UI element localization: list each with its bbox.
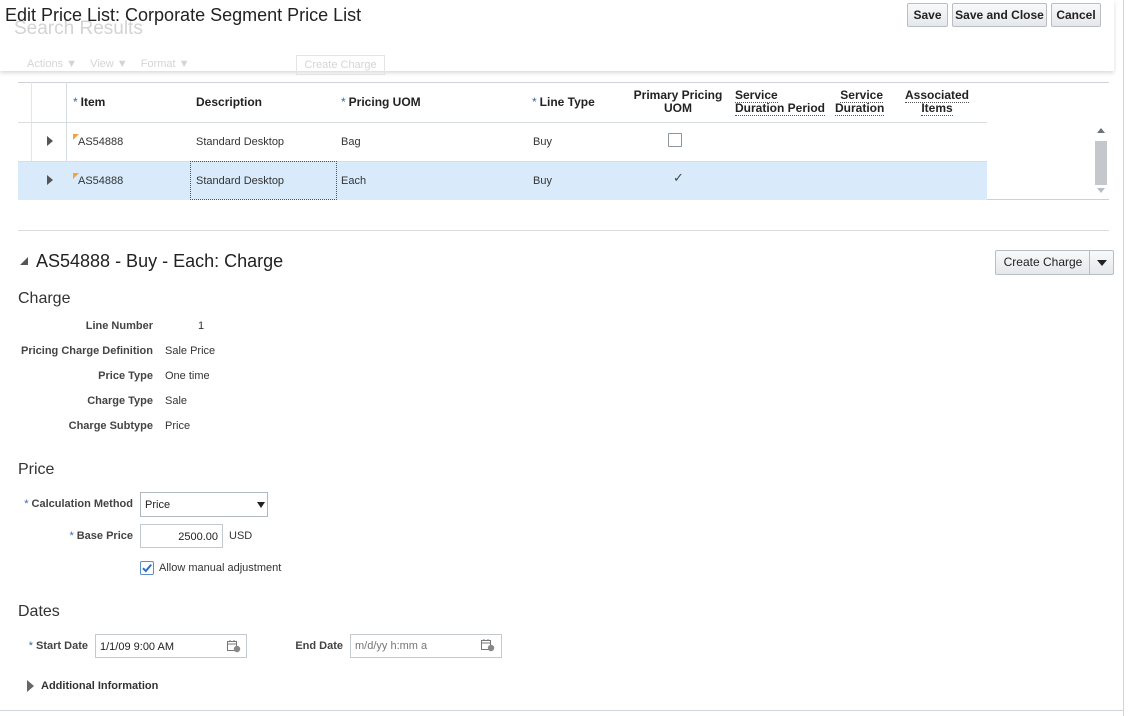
cell-line-type[interactable]: Buy: [533, 175, 552, 187]
column-header-associated-items[interactable]: Associated Items: [901, 88, 973, 116]
charge-subtype-label: Charge Subtype: [68, 420, 153, 432]
scroll-thumb[interactable]: [1095, 141, 1107, 185]
expand-row-icon[interactable]: [47, 175, 53, 185]
page-title: Edit Price List: Corporate Segment Price…: [5, 5, 362, 25]
column-header-description[interactable]: Description: [196, 95, 262, 109]
underlay-create-charge-button: Create Charge: [296, 55, 385, 75]
charge-heading: Charge: [18, 290, 71, 307]
allow-manual-adjustment-label: Allow manual adjustment: [159, 562, 282, 574]
save-button[interactable]: Save: [907, 3, 948, 27]
calendar-icon[interactable]: [227, 640, 241, 653]
calculation-method-value: Price: [145, 499, 171, 511]
charge-type-label: Charge Type: [87, 395, 153, 407]
base-price-input[interactable]: 2500.00: [140, 524, 223, 548]
price-heading: Price: [18, 461, 55, 478]
column-header-pricing-uom[interactable]: * Pricing UOM: [341, 95, 421, 109]
table-vertical-scrollbar[interactable]: [1094, 124, 1109, 200]
header-row-divider: [18, 122, 987, 123]
start-date-value: 1/1/09 9:00 AM: [100, 641, 174, 653]
additional-information-toggle[interactable]: Additional Information: [41, 680, 158, 692]
line-number-label: Line Number: [85, 320, 153, 332]
column-header-service-duration[interactable]: Service Duration: [835, 88, 885, 116]
expand-row-icon[interactable]: [47, 136, 53, 146]
cancel-button[interactable]: Cancel: [1051, 3, 1101, 27]
window-right-border: [1123, 0, 1124, 716]
charge-subtype-value: Price: [165, 420, 191, 432]
chevron-down-icon: [1097, 260, 1107, 266]
cell-item[interactable]: AS54888: [78, 175, 123, 187]
expand-additional-information-icon[interactable]: [27, 680, 34, 692]
cell-pricing-uom[interactable]: Bag: [341, 136, 361, 148]
create-charge-button[interactable]: Create Charge: [996, 251, 1090, 274]
scroll-down-icon[interactable]: [1097, 188, 1105, 193]
window-bottom-border: [0, 710, 1124, 711]
price-type-label: Price Type: [98, 370, 153, 382]
scroll-up-icon[interactable]: [1097, 128, 1105, 133]
currency-code: USD: [229, 530, 253, 542]
table-row-selected[interactable]: [18, 162, 987, 200]
calculation-method-select[interactable]: Price: [140, 492, 268, 517]
pricing-charge-definition-label: Pricing Charge Definition: [20, 345, 153, 357]
underlay-toolbar: Actions ▼ View ▼ Format ▼: [27, 58, 200, 70]
page-header: Search Results Actions ▼ View ▼ Format ▼…: [0, 0, 1114, 75]
charge-type-value: Sale: [165, 395, 188, 407]
save-and-close-button[interactable]: Save and Close: [952, 3, 1047, 27]
underlay-actions-menu: Actions ▼: [27, 58, 78, 70]
primary-pricing-uom-check-icon: ✓: [673, 170, 684, 185]
column-header-line-type[interactable]: * Line Type: [532, 95, 595, 109]
checkmark-icon: [142, 563, 152, 573]
start-date-input[interactable]: 1/1/09 9:00 AM: [95, 634, 247, 658]
column-header-item[interactable]: * Item: [73, 95, 105, 109]
create-charge-split-button[interactable]: Create Charge: [995, 250, 1114, 275]
cell-description[interactable]: Standard Desktop: [196, 175, 284, 187]
end-date-input[interactable]: [350, 634, 502, 658]
column-header-service-duration-period[interactable]: Service Duration Period: [735, 88, 826, 116]
allow-manual-adjustment-checkbox[interactable]: [140, 561, 154, 575]
cell-pricing-uom[interactable]: Each: [341, 175, 366, 187]
end-date-label: End Date: [295, 640, 343, 652]
underlay-view-menu: View ▼: [90, 58, 128, 70]
collapse-section-icon[interactable]: [20, 257, 28, 265]
pricing-charge-definition-value: Sale Price: [165, 345, 216, 357]
create-charge-menu-button[interactable]: [1090, 251, 1114, 274]
dropdown-caret-icon: [257, 502, 265, 508]
base-price-label: * Base Price: [69, 530, 133, 542]
charge-section-title: AS54888 - Buy - Each: Charge: [36, 251, 284, 271]
calendar-icon[interactable]: [481, 639, 495, 652]
price-type-value: One time: [165, 370, 210, 382]
dates-heading: Dates: [18, 603, 60, 620]
cell-line-type[interactable]: Buy: [533, 136, 552, 148]
section-divider: [18, 230, 1109, 231]
cell-description[interactable]: Standard Desktop: [196, 136, 284, 148]
calculation-method-label: * Calculation Method: [24, 498, 133, 510]
start-date-label: * Start Date: [28, 640, 88, 652]
primary-pricing-uom-checkbox[interactable]: [668, 133, 682, 147]
cell-item[interactable]: AS54888: [78, 136, 123, 148]
line-number-value: 1: [198, 320, 205, 332]
underlay-format-menu: Format ▼: [140, 58, 190, 70]
column-header-primary-pricing-uom[interactable]: Primary Pricing UOM: [628, 89, 728, 115]
